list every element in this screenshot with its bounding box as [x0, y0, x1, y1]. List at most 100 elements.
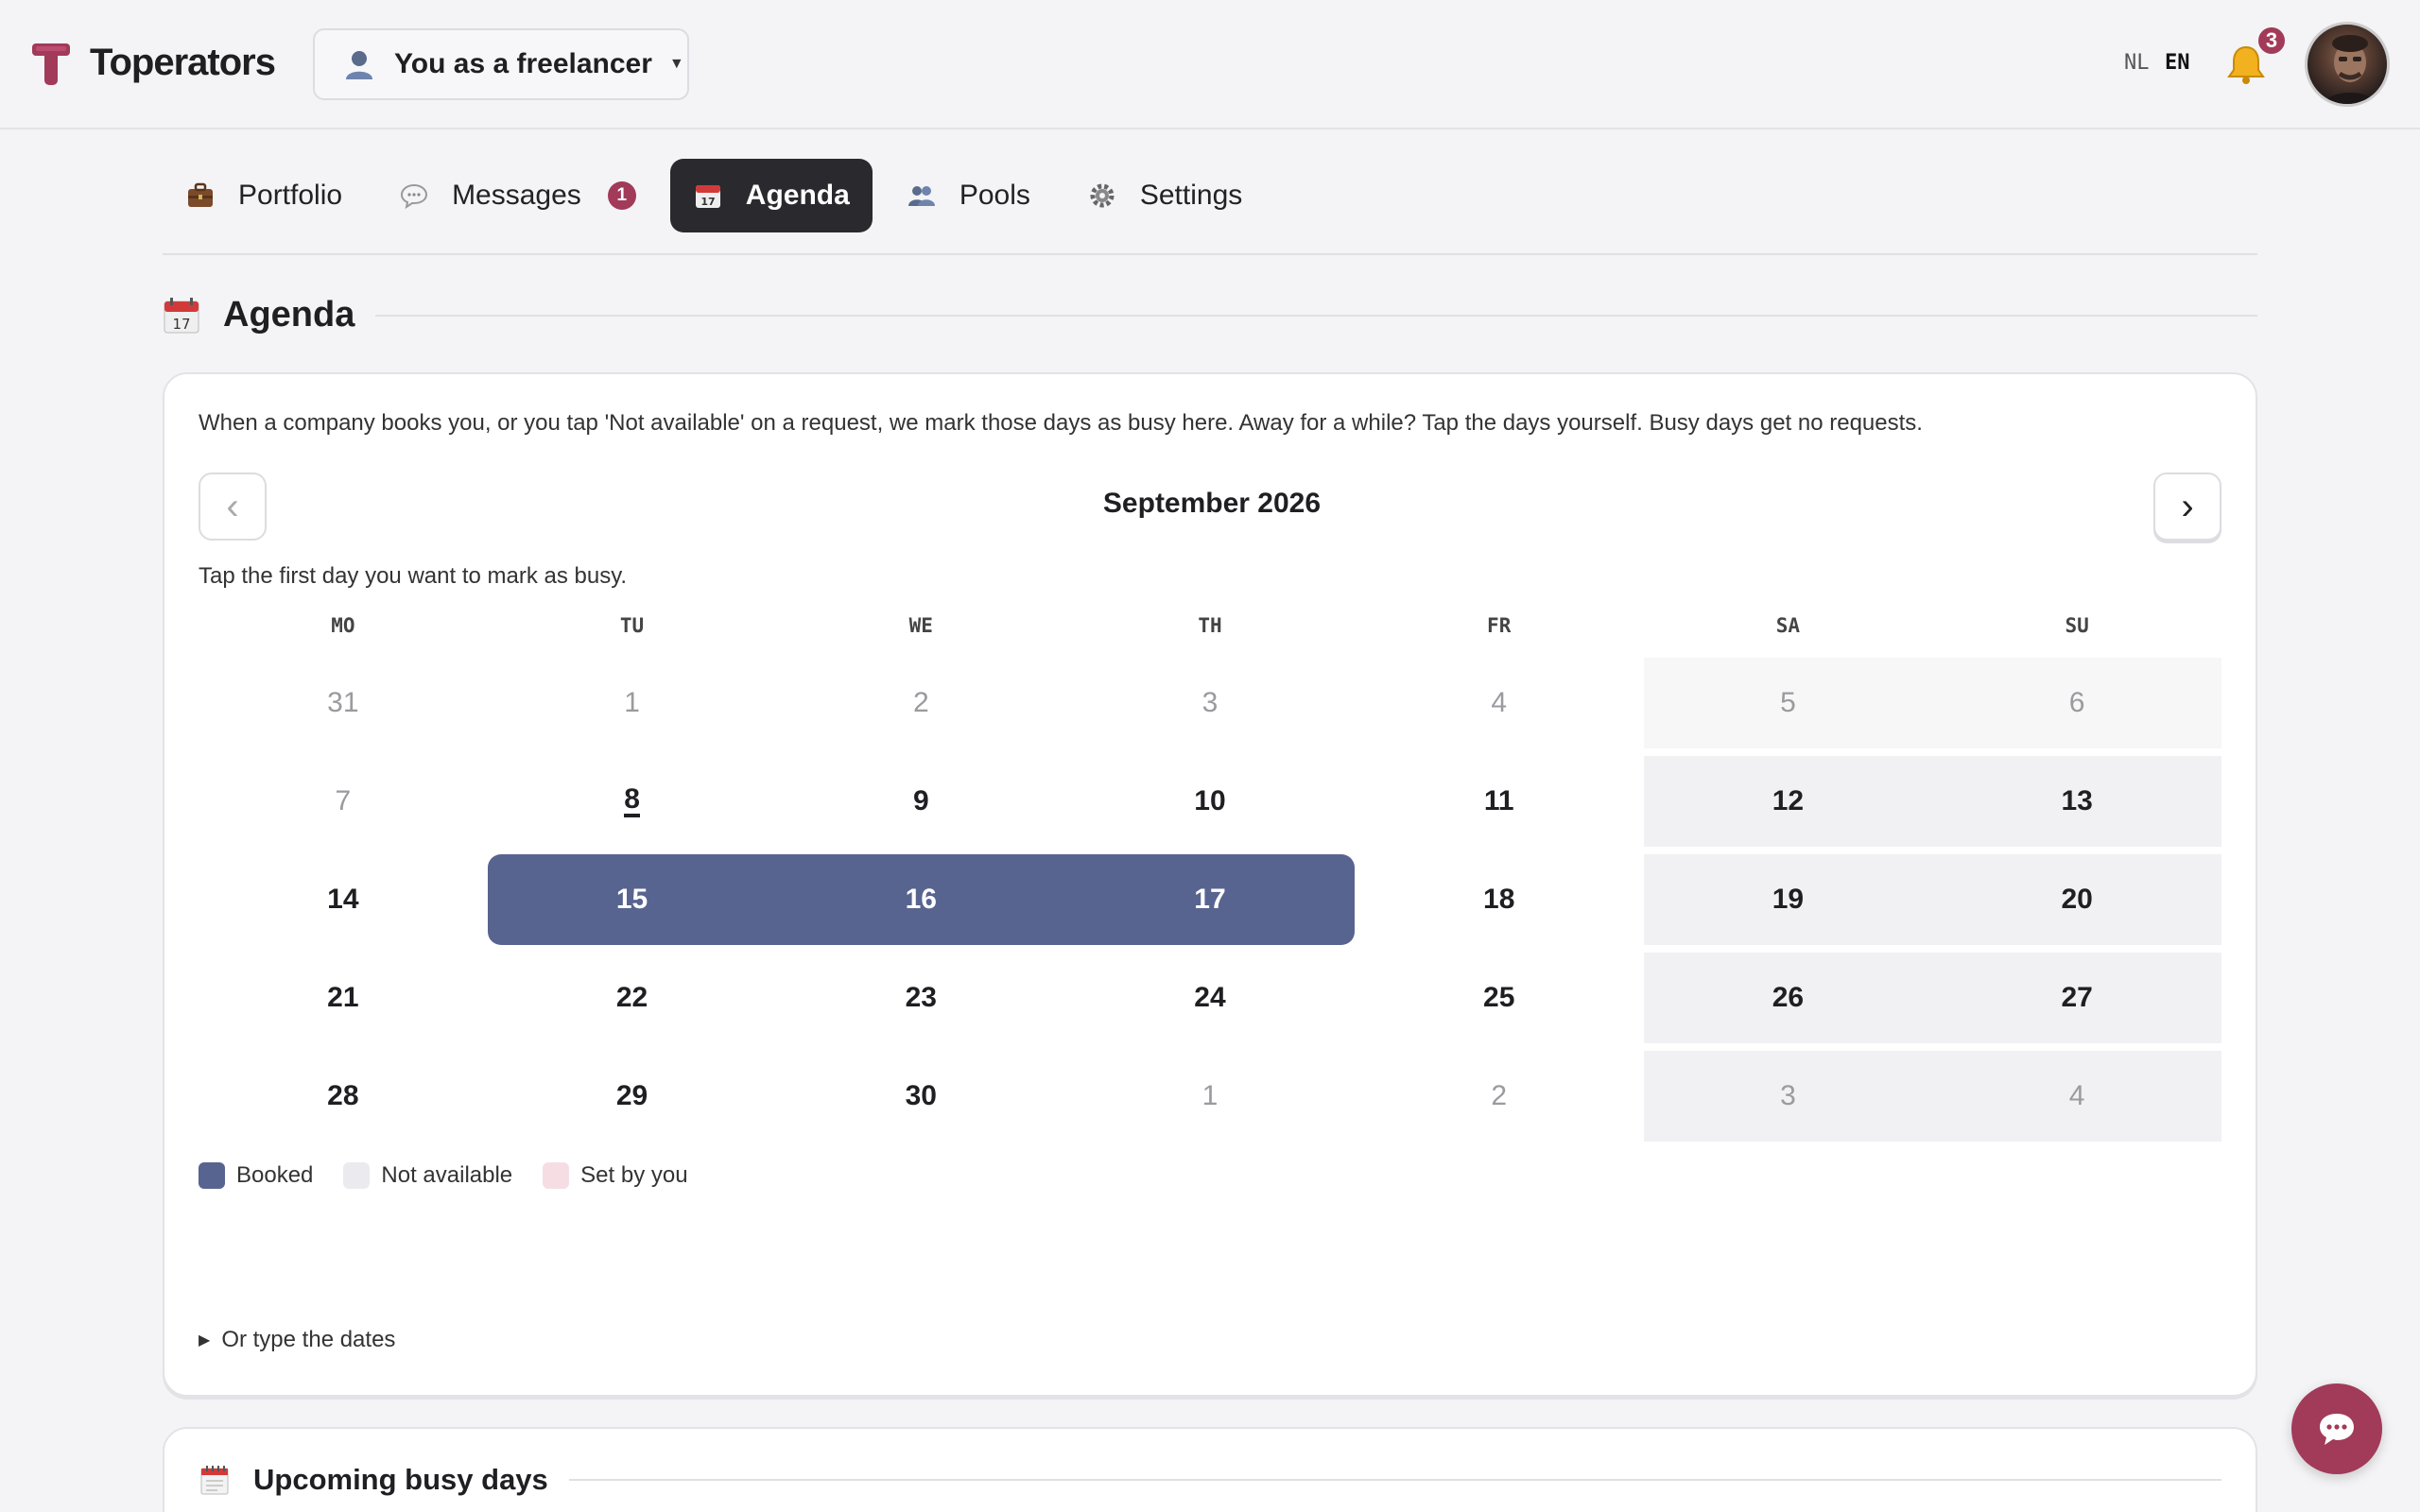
speech-bubble-icon — [401, 183, 428, 210]
legend-label: Set by you — [580, 1162, 688, 1188]
calendar-day[interactable]: 27 — [1932, 953, 2221, 1043]
tab-label: Settings — [1139, 180, 1243, 211]
role-label: You as a freelancer — [394, 48, 652, 79]
calendar-day[interactable]: 14 — [199, 854, 488, 945]
calendar-day[interactable]: 1 — [1065, 1051, 1355, 1142]
agenda-intro-text: When a company books you, or you tap 'No… — [199, 410, 1923, 436]
legend-swatch-not-available — [343, 1162, 371, 1189]
calendar-day[interactable]: 2 — [1355, 1051, 1644, 1142]
calendar-week: 31 1 2 3 4 5 6 — [199, 658, 2221, 748]
calendar-day[interactable]: 24 — [1065, 953, 1355, 1043]
calendar-week: 28 29 30 1 2 3 4 — [199, 1051, 2221, 1142]
calendar-day[interactable]: 4 — [1932, 1051, 2221, 1142]
calendar-day[interactable]: 4 — [1355, 658, 1644, 748]
upcoming-busy-days-card: Upcoming busy days — [163, 1427, 2257, 1512]
calendar-day[interactable]: 22 — [488, 953, 777, 1043]
calendar-day[interactable]: 19 — [1643, 854, 1933, 945]
calendar-day[interactable]: 9 — [776, 756, 1065, 847]
chat-support-button[interactable] — [2291, 1383, 2382, 1474]
calendar-week: 21 22 23 24 25 26 27 — [199, 953, 2221, 1043]
weekday-label: SA — [1775, 614, 1801, 637]
agenda-card: When a company books you, or you tap 'No… — [163, 372, 2257, 1397]
calendar-icon-day: 17 — [172, 316, 190, 333]
people-icon — [908, 186, 935, 206]
legend-item-booked: Booked — [199, 1162, 313, 1189]
avatar-photo-icon — [2322, 35, 2378, 104]
type-dates-label: Or type the dates — [221, 1327, 396, 1352]
chevron-down-icon: ▼ — [668, 56, 684, 72]
calendar-day[interactable]: 6 — [1932, 658, 2221, 748]
toperators-logo-icon[interactable] — [32, 43, 70, 87]
tab-label: Messages — [452, 180, 581, 211]
calendar-week: 7 8 9 10 11 12 13 — [199, 756, 2221, 847]
brand-name[interactable]: Toperators — [90, 42, 276, 84]
next-month-button[interactable]: › — [2153, 472, 2221, 541]
tab-settings[interactable]: Settings — [1064, 159, 1265, 232]
title-divider — [375, 314, 2257, 317]
calendar-day[interactable]: 18 — [1355, 854, 1644, 945]
calendar-day[interactable]: 21 — [199, 953, 488, 1043]
tab-messages[interactable]: Messages 1 — [376, 159, 659, 232]
calendar-day[interactable]: 2 — [776, 658, 1065, 748]
calendar-day[interactable]: 25 — [1355, 953, 1644, 1043]
user-avatar[interactable] — [2305, 22, 2390, 107]
calendar-day[interactable]: 11 — [1355, 756, 1644, 847]
legend-swatch-set-by-you — [543, 1162, 570, 1189]
calendar-day[interactable]: 5 — [1643, 658, 1933, 748]
tabs-divider — [163, 253, 2257, 255]
calendar-day[interactable]: 26 — [1643, 953, 1933, 1043]
calendar-week: 14 15 16 17 18 19 20 — [199, 854, 2221, 945]
main-navigation-tabs: Portfolio Messages 1 17 Agenda Pools Set… — [163, 159, 1276, 232]
weekday-label: TU — [619, 614, 645, 637]
type-dates-toggle[interactable]: ▶ Or type the dates — [199, 1327, 395, 1353]
calendar-legend: Booked Not available Set by you — [199, 1162, 718, 1189]
tab-agenda[interactable]: 17 Agenda — [669, 159, 873, 232]
calendar-day[interactable]: 29 — [488, 1051, 777, 1142]
calendar-day[interactable]: 31 — [199, 658, 488, 748]
role-switcher-dropdown[interactable]: You as a freelancer ▼ — [313, 28, 689, 100]
top-header: Toperators You as a freelancer ▼ NL EN 3 — [0, 0, 2420, 129]
legend-swatch-booked — [199, 1162, 225, 1189]
tab-pools[interactable]: Pools — [884, 159, 1053, 232]
calendar-day-booked[interactable]: 16 — [776, 854, 1066, 945]
disclosure-triangle-icon: ▶ — [199, 1332, 211, 1349]
title-divider — [568, 1479, 2221, 1481]
unread-messages-badge: 1 — [607, 181, 636, 210]
weekday-label: TH — [1198, 614, 1222, 637]
page-title: Agenda — [223, 295, 355, 335]
weekday-label: SU — [2065, 614, 2089, 637]
calendar-day-booked[interactable]: 15 — [487, 854, 777, 945]
gear-icon — [1090, 183, 1115, 208]
calendar-day[interactable]: 1 — [488, 658, 777, 748]
legend-label: Booked — [236, 1162, 314, 1188]
language-nl-link[interactable]: NL — [2124, 51, 2150, 75]
language-en-link[interactable]: EN — [2165, 51, 2190, 75]
tab-label: Agenda — [745, 180, 850, 211]
chat-bubble-icon — [2320, 1414, 2354, 1445]
calendar-day-today[interactable]: 8 — [488, 756, 777, 847]
calendar-day[interactable]: 30 — [776, 1051, 1065, 1142]
calendar-day[interactable]: 10 — [1065, 756, 1355, 847]
calendar-day-booked[interactable]: 17 — [1065, 854, 1355, 945]
weekday-header: MO TU WE TH FR SA SU — [199, 614, 2221, 643]
legend-label: Not available — [381, 1162, 513, 1188]
weekday-label: FR — [1487, 614, 1512, 637]
notification-count-badge: 3 — [2256, 25, 2288, 57]
calendar-day[interactable]: 12 — [1643, 756, 1933, 847]
calendar-day[interactable]: 28 — [199, 1051, 488, 1142]
calendar-day[interactable]: 3 — [1065, 658, 1355, 748]
tab-portfolio[interactable]: Portfolio — [163, 159, 365, 232]
tab-label: Pools — [959, 180, 1030, 211]
upcoming-heading: Upcoming busy days — [199, 1463, 2221, 1497]
user-silhouette-icon — [346, 51, 372, 79]
calendar-day[interactable]: 23 — [776, 953, 1065, 1043]
spiral-calendar-icon — [200, 1466, 229, 1495]
calendar-day[interactable]: 13 — [1932, 756, 2221, 847]
calendar-day[interactable]: 20 — [1932, 854, 2221, 945]
calendar-day[interactable]: 7 — [199, 756, 488, 847]
calendar-grid: 31 1 2 3 4 5 6 7 8 9 10 11 12 13 14 15 1… — [199, 658, 2221, 1149]
selection-hint: Tap the first day you want to mark as bu… — [199, 563, 628, 589]
legend-item-set-by-you: Set by you — [543, 1162, 688, 1189]
calendar-day[interactable]: 3 — [1643, 1051, 1933, 1142]
month-title: September 2026 — [1102, 488, 1322, 519]
